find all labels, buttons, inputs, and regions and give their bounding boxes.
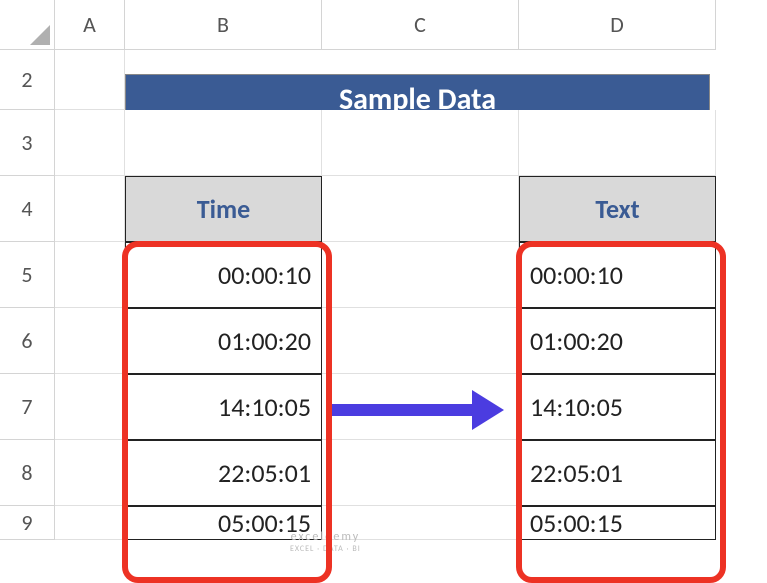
cell-C6[interactable] xyxy=(322,308,519,374)
row-header-6[interactable]: 6 xyxy=(0,308,55,374)
cell-D7[interactable]: 14:10:05 xyxy=(519,374,716,440)
watermark-main: exceldemy xyxy=(291,530,361,544)
cell-C4[interactable] xyxy=(322,176,519,242)
cell-B8[interactable]: 22:05:01 xyxy=(125,440,322,506)
cell-D9[interactable]: 05:00:15 xyxy=(519,506,716,540)
cell-D3[interactable] xyxy=(519,110,716,176)
cell-C8[interactable] xyxy=(322,440,519,506)
cell-D6[interactable]: 01:00:20 xyxy=(519,308,716,374)
spreadsheet-grid: A B C D 2 Sample Data 3 4 Time Text 5 00… xyxy=(0,0,767,540)
row-header-3[interactable]: 3 xyxy=(0,110,55,176)
row-header-2[interactable]: 2 xyxy=(0,50,55,110)
table-header-text[interactable]: Text xyxy=(519,176,716,242)
table-header-time[interactable]: Time xyxy=(125,176,322,242)
col-header-B[interactable]: B xyxy=(125,0,322,50)
row-header-4[interactable]: 4 xyxy=(0,176,55,242)
cell-A4[interactable] xyxy=(55,176,125,242)
cell-B6[interactable]: 01:00:20 xyxy=(125,308,322,374)
watermark: exceldemy EXCEL · DATA · BI xyxy=(290,530,361,554)
cell-A2[interactable] xyxy=(55,50,125,110)
col-header-D[interactable]: D xyxy=(519,0,716,50)
arrow-icon xyxy=(328,398,504,422)
cell-A9[interactable] xyxy=(55,506,125,540)
col-header-A[interactable]: A xyxy=(55,0,125,50)
select-all-corner[interactable] xyxy=(0,0,55,50)
cell-A7[interactable] xyxy=(55,374,125,440)
cell-C3[interactable] xyxy=(322,110,519,176)
cell-D5[interactable]: 00:00:10 xyxy=(519,242,716,308)
cell-D8[interactable]: 22:05:01 xyxy=(519,440,716,506)
watermark-sub: EXCEL · DATA · BI xyxy=(290,544,361,554)
col-header-C[interactable]: C xyxy=(322,0,519,50)
cell-C5[interactable] xyxy=(322,242,519,308)
row-header-8[interactable]: 8 xyxy=(0,440,55,506)
row-header-9[interactable]: 9 xyxy=(0,506,55,540)
row-header-7[interactable]: 7 xyxy=(0,374,55,440)
row-header-5[interactable]: 5 xyxy=(0,242,55,308)
cell-B7[interactable]: 14:10:05 xyxy=(125,374,322,440)
cell-A6[interactable] xyxy=(55,308,125,374)
cell-A3[interactable] xyxy=(55,110,125,176)
cell-A5[interactable] xyxy=(55,242,125,308)
cell-A8[interactable] xyxy=(55,440,125,506)
banner-container: Sample Data xyxy=(125,50,716,110)
cell-B3[interactable] xyxy=(125,110,322,176)
cell-B5[interactable]: 00:00:10 xyxy=(125,242,322,308)
